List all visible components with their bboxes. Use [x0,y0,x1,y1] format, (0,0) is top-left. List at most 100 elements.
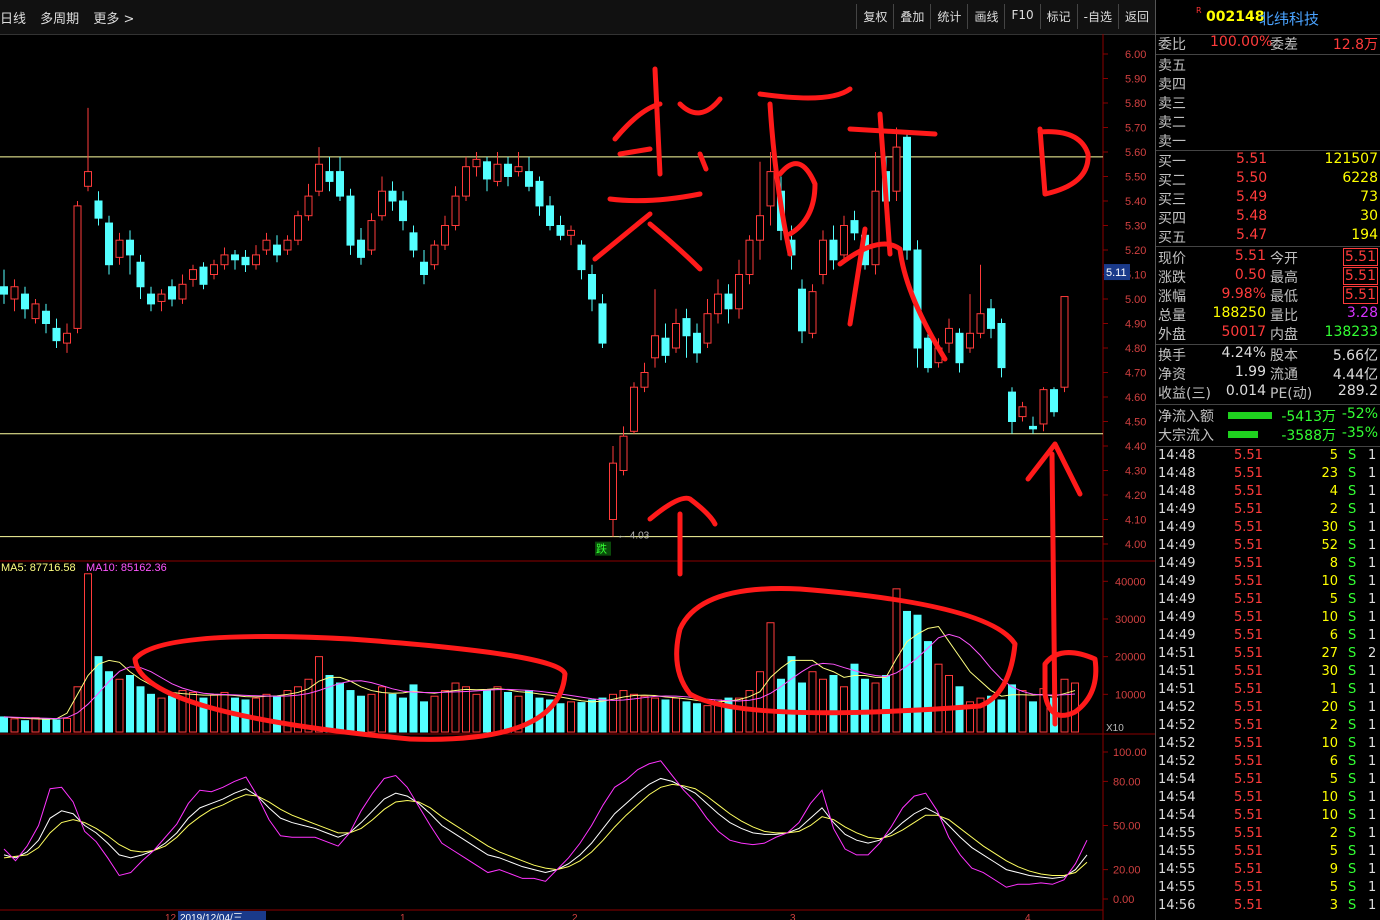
draw-line-button[interactable]: 画线 [967,4,1004,29]
tick-price: 5.51 [1234,844,1263,859]
tick-count: 1 [1368,862,1377,877]
tick-side: S [1348,502,1357,517]
candle-body [672,323,680,349]
candle-body [1050,389,1058,413]
tick-volume: 27 [1321,646,1338,661]
tick-count: 1 [1368,502,1377,517]
tick-time: 14:48 [1158,448,1196,463]
price-tick-label: 5.30 [1125,221,1146,233]
weicha-label: 委差 [1270,37,1298,53]
candle-body [987,308,995,329]
candle-body [693,332,701,354]
buy-level-label: 买四 [1158,211,1186,227]
divider [1156,246,1380,247]
tick-row: 14:49 5.51 5 S 1 [1156,592,1380,610]
tick-price: 5.51 [1234,736,1263,751]
flow-row: 净流入额 -5413万 -52% [1156,406,1380,425]
volume-bar [10,718,19,733]
tick-price: 5.51 [1234,808,1263,823]
candle-body [829,239,838,261]
sell-level: 卖四 [1156,74,1380,93]
tick-volume: 10 [1321,808,1338,823]
candle-body [819,239,827,275]
tick-time: 14:49 [1158,538,1196,553]
buy-level[interactable]: 买四 5.48 30 [1156,208,1380,227]
candle-body [535,180,544,207]
stat-label: 最高 [1270,270,1298,286]
tab-more[interactable]: 更多 > [93,12,134,27]
volume-bar [661,699,670,733]
statistics-button[interactable]: 统计 [930,4,967,29]
buy-level[interactable]: 买一 5.51 121507 [1156,151,1380,170]
tick-time: 14:51 [1158,664,1196,679]
tick-side: S [1348,646,1357,661]
volume-bar [840,686,848,733]
tab-multi-period[interactable]: 多周期 [40,12,79,27]
volume-bar [924,641,932,733]
tick-price: 5.51 [1234,610,1263,625]
volume-bar [997,699,1006,733]
back-button[interactable]: 返回 [1117,4,1155,29]
tick-time: 14:52 [1158,754,1196,769]
tick-row: 14:49 5.51 30 S 1 [1156,520,1380,538]
tick-time: 14:49 [1158,520,1196,535]
candle-body [903,136,911,251]
kline-chart[interactable]: 6.005.905.805.705.605.505.405.305.205.10… [0,34,1155,920]
weibi-label: 委比 [1158,37,1186,53]
price-tick-label: 4.40 [1125,441,1146,453]
tick-price: 5.51 [1234,862,1263,877]
candle-body [714,293,722,315]
stat-value: 9.98% [1221,286,1266,302]
stat-value: 4.24% [1221,345,1266,361]
candle-body [808,291,817,334]
buy-level[interactable]: 买二 5.50 6228 [1156,170,1380,189]
tick-volume: 9 [1329,862,1338,877]
buy-level[interactable]: 买五 5.47 194 [1156,227,1380,246]
tick-count: 1 [1368,790,1377,805]
tick-time: 14:48 [1158,484,1196,499]
tick-price: 5.51 [1234,466,1263,481]
tick-side: S [1348,484,1357,499]
volume-bar [462,686,470,733]
candle-body [745,239,754,275]
tick-row: 14:54 5.51 10 S 1 [1156,808,1380,826]
f10-button[interactable]: F10 [1004,4,1039,29]
restore-rights-button[interactable]: 复权 [856,4,893,29]
candle-body [52,327,61,342]
stat-label: 净资 [1158,367,1186,383]
overlay-button[interactable]: 叠加 [893,4,930,29]
tick-count: 1 [1368,754,1377,769]
volume-bar [325,674,334,733]
volume-bar [346,690,355,733]
tick-volume: 2 [1329,502,1338,517]
kdj-tick-label: 50.00 [1113,821,1141,833]
volume-bar [472,693,481,733]
candle-body [420,261,428,275]
tab-daily[interactable]: 日线 [0,12,26,27]
volume-bar [787,656,796,733]
candle-body [94,200,103,219]
tick-row: 14:49 5.51 52 S 1 [1156,538,1380,556]
tick-time: 14:49 [1158,574,1196,589]
volume-bar [588,699,596,733]
remove-watchlist-button[interactable]: -自选 [1076,4,1118,29]
volume-bar [0,716,8,733]
top-toolbar: 日线 多周期 更多 > 复权 叠加 统计 画线 F10 标记 -自选 返回 [0,0,1155,35]
tick-row: 14:48 5.51 5 S 1 [1156,448,1380,466]
tick-row: 14:54 5.51 5 S 1 [1156,772,1380,790]
candle-body [325,171,334,182]
divider [1156,404,1380,405]
volume-bar [798,682,806,733]
volume-bar [829,674,838,733]
mark-button[interactable]: 标记 [1039,4,1077,29]
buy-level[interactable]: 买三 5.49 73 [1156,189,1380,208]
flow-row: 大宗流入 -3588万 -35% [1156,425,1380,444]
tick-row: 14:48 5.51 4 S 1 [1156,484,1380,502]
candle-body [840,225,848,256]
stat-value: 5.66亿 [1332,348,1378,364]
price-tick-label: 5.80 [1125,98,1146,110]
candle-body [871,190,880,266]
price-tick-label: 5.40 [1125,196,1146,208]
tick-count: 1 [1368,664,1377,679]
volume-bar [903,610,911,733]
